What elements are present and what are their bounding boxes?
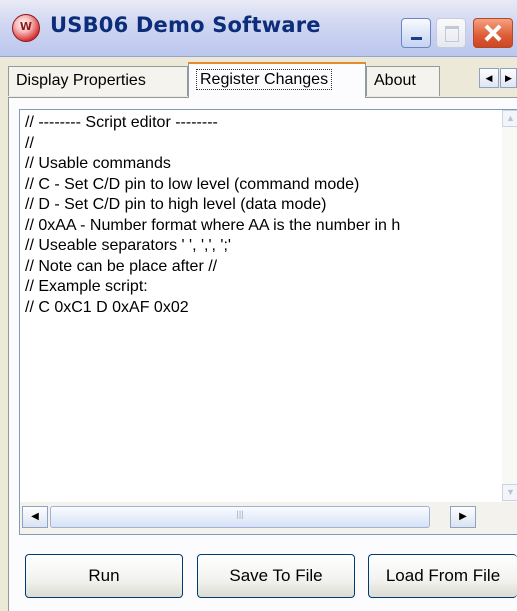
script-line: // Usable commands xyxy=(25,155,171,172)
script-editor[interactable]: // -------- Script editor -------- // // U… xyxy=(19,109,517,535)
script-line: // xyxy=(25,134,34,152)
tab-register-changes-label: Register Changes xyxy=(196,69,333,90)
script-line: // Useable separators ' ', ',', ';' xyxy=(25,237,231,254)
script-line: // Note can be place after // xyxy=(25,257,218,275)
title-bar[interactable]: USB06 Demo Software xyxy=(0,0,517,57)
script-line: // C - Set C/D pin to low level (command… xyxy=(25,175,360,193)
app-window: USB06 Demo Software Display Properties R… xyxy=(0,0,517,611)
horizontal-scrollbar[interactable]: ◀ ▶ xyxy=(20,502,502,534)
tab-scroll-left-icon[interactable]: ◀ xyxy=(479,68,499,88)
scrollbar-corner xyxy=(502,502,517,534)
run-button[interactable]: Run xyxy=(25,554,183,598)
scroll-right-icon[interactable]: ▶ xyxy=(450,506,476,528)
save-to-file-button[interactable]: Save To File xyxy=(197,554,355,598)
tab-scroll-right-icon[interactable]: ▶ xyxy=(500,68,517,88)
tab-display-properties[interactable]: Display Properties xyxy=(8,66,188,96)
script-line: // C 0xC1 D 0xAF 0x02 xyxy=(25,298,189,316)
scroll-left-icon[interactable]: ◀ xyxy=(22,506,48,528)
script-editor-text[interactable]: // -------- Script editor -------- // // U… xyxy=(25,113,500,505)
close-button[interactable] xyxy=(473,18,513,48)
minimize-button[interactable] xyxy=(401,18,431,48)
load-from-file-button[interactable]: Load From File xyxy=(368,554,517,598)
script-line: // 0xAA - Number format where AA is the … xyxy=(25,216,401,234)
maximize-button[interactable] xyxy=(436,18,466,48)
script-line: // Example script: xyxy=(25,278,148,295)
scroll-down-icon[interactable]: ▼ xyxy=(502,484,517,501)
horizontal-scroll-thumb[interactable] xyxy=(50,506,430,528)
tab-about[interactable]: About xyxy=(366,66,440,96)
script-line: // -------- Script editor -------- xyxy=(25,114,218,131)
script-line: // D - Set C/D pin to high level (data m… xyxy=(25,196,327,213)
app-logo-icon[interactable] xyxy=(12,14,40,42)
scroll-up-icon[interactable]: ▲ xyxy=(502,110,517,127)
window-title: USB06 Demo Software xyxy=(50,13,321,37)
tab-strip: Display Properties Register Changes Abou… xyxy=(0,56,517,98)
tab-register-changes[interactable]: Register Changes xyxy=(188,62,366,98)
vertical-scrollbar[interactable]: ▲ ▼ xyxy=(502,110,517,502)
